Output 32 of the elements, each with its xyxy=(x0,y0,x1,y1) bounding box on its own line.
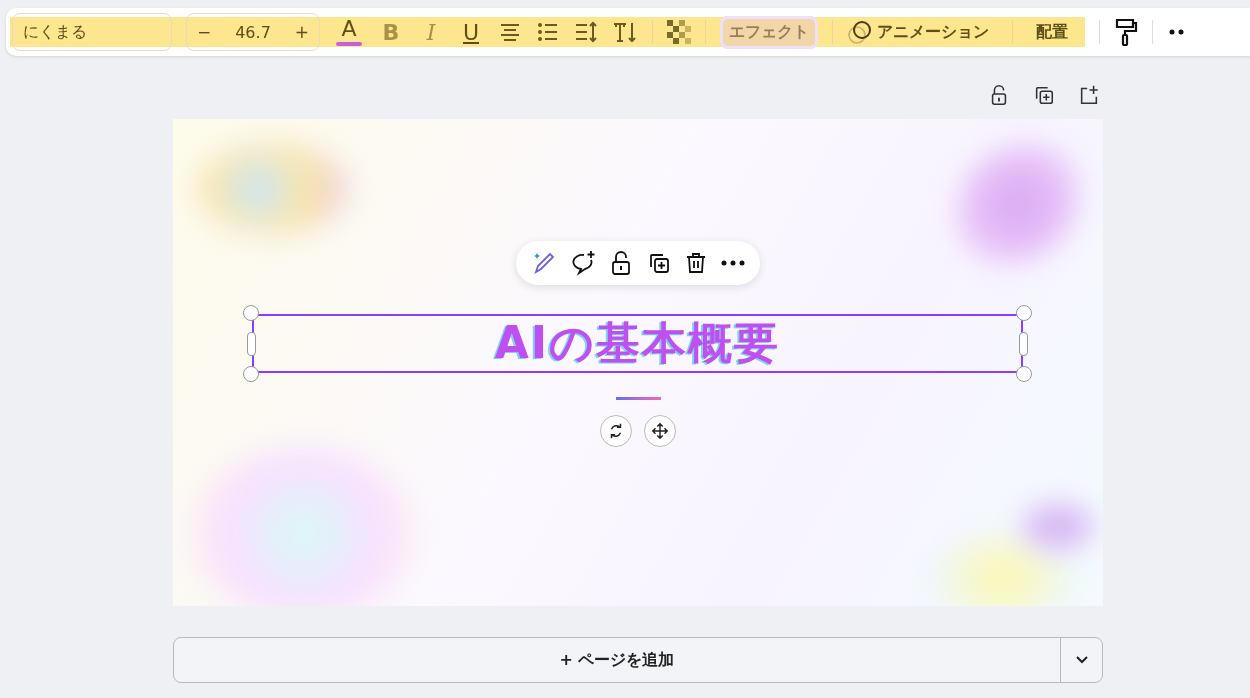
resize-handle[interactable] xyxy=(243,305,259,321)
position-button[interactable]: 配置 xyxy=(1027,15,1077,49)
move-button[interactable] xyxy=(644,415,676,447)
side-handle[interactable] xyxy=(1019,332,1028,356)
transparency-icon[interactable] xyxy=(667,20,691,44)
rotate-button[interactable] xyxy=(600,415,632,447)
resize-handle[interactable] xyxy=(243,366,259,382)
font-field[interactable]: にくまる xyxy=(12,13,172,51)
list-icon[interactable] xyxy=(536,20,560,44)
circles-icon[interactable] xyxy=(847,19,873,45)
line-spacing-icon[interactable] xyxy=(574,20,598,44)
decrease-button[interactable]: − xyxy=(197,22,212,42)
paint-roller-icon[interactable] xyxy=(1114,18,1138,46)
text-direction-icon[interactable] xyxy=(612,20,638,44)
comment-add-icon[interactable] xyxy=(570,250,596,276)
font-size-value[interactable]: 46.7 xyxy=(235,22,271,42)
gradient-line xyxy=(616,397,661,400)
chevron-down-icon xyxy=(1075,656,1088,664)
move-icon xyxy=(651,422,669,440)
add-page-icon[interactable] xyxy=(1078,84,1100,106)
add-page-button[interactable]: + ページを追加 xyxy=(174,638,1061,682)
animation-button[interactable]: アニメーション xyxy=(877,15,998,49)
slide-title: AIの基本概要 xyxy=(494,316,781,370)
resize-handle[interactable] xyxy=(1016,305,1032,321)
increase-button[interactable]: + xyxy=(294,22,309,42)
more-icon[interactable] xyxy=(721,260,746,266)
duplicate-icon[interactable] xyxy=(1033,84,1055,106)
selection-frame[interactable]: AIの基本概要 xyxy=(252,314,1023,373)
resize-handle[interactable] xyxy=(1016,366,1032,382)
side-handle[interactable] xyxy=(247,332,256,356)
text-color-button[interactable]: A xyxy=(334,18,364,46)
underline-button[interactable]: U xyxy=(458,19,484,45)
